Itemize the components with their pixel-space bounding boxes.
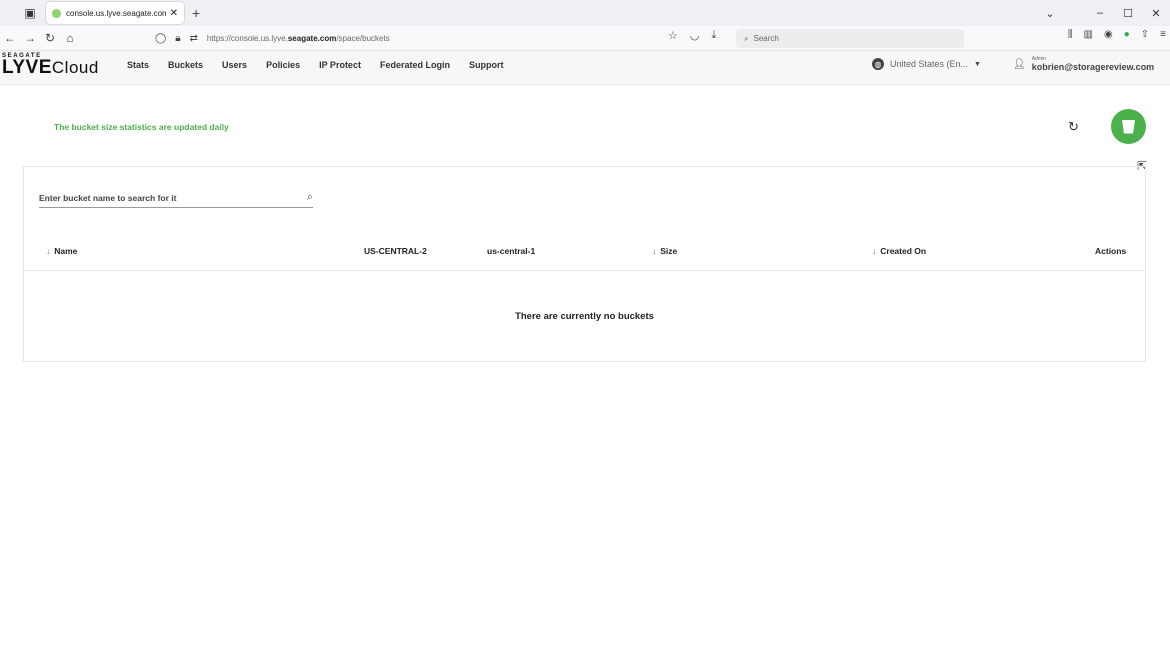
- bookmark-star-icon[interactable]: ☆: [668, 29, 678, 42]
- reload-icon[interactable]: ↻: [40, 31, 60, 45]
- window-close-icon[interactable]: ✕: [1142, 7, 1170, 20]
- address-bar-actions: ☆ ◡ ⤓: [668, 29, 728, 42]
- back-icon[interactable]: ←: [0, 31, 20, 45]
- column-us-central-1: us-central-1: [487, 246, 536, 256]
- browser-search-box[interactable]: ⌕ Search: [736, 29, 964, 48]
- sort-arrow-icon: ↓: [652, 246, 657, 256]
- browser-tab[interactable]: console.us.lyve.seagate.com/sp ✕: [46, 2, 184, 24]
- new-tab-icon[interactable]: +: [192, 5, 200, 21]
- search-icon[interactable]: ⌕: [307, 191, 313, 204]
- pocket-icon[interactable]: ◡: [690, 29, 700, 42]
- sort-arrow-icon: ↓: [872, 246, 877, 256]
- forward-icon[interactable]: →: [20, 31, 40, 45]
- column-created-on[interactable]: ↓ Created On: [872, 246, 926, 256]
- nav-ip-protect[interactable]: IP Protect: [319, 60, 361, 70]
- main-nav: Stats Buckets Users Policies IP Protect …: [127, 60, 522, 70]
- nav-support[interactable]: Support: [469, 60, 504, 70]
- bucket-search-input[interactable]: [39, 193, 289, 203]
- nav-buckets[interactable]: Buckets: [168, 60, 203, 70]
- maximize-icon[interactable]: ☐: [1114, 7, 1142, 20]
- browser-toolbar-right: ⫼ ▥ ◉ ● ⇧ ≡: [1057, 29, 1166, 40]
- language-selector[interactable]: ◍ United States (En... ▼: [872, 58, 981, 70]
- permissions-icon[interactable]: ⇄: [190, 33, 198, 44]
- caret-down-icon: ▼: [974, 60, 981, 68]
- buckets-panel: ⌕ ↓Name US-CENTRAL-2 us-central-1 ↓Size …: [23, 166, 1146, 362]
- app-header: SEAGATE LYVECloud Stats Buckets Users Po…: [0, 51, 1170, 85]
- bucket-search: ⌕: [39, 189, 313, 208]
- browser-nav-bar: ← → ↻ ⌂ ◯ 🔒︎ ⇄ https://console.us.lyve.s…: [0, 26, 1170, 51]
- logo-cloud: Cloud: [51, 58, 99, 77]
- lock-icon[interactable]: 🔒︎: [175, 33, 180, 44]
- stats-update-notice: The bucket size statistics are updated d…: [54, 122, 229, 132]
- download-icon[interactable]: ⤓: [711, 29, 716, 42]
- nav-stats[interactable]: Stats: [127, 60, 149, 70]
- logo-lyve: LYVE: [2, 57, 52, 78]
- column-size[interactable]: ↓ Size: [652, 246, 677, 256]
- library-icon[interactable]: ⫼: [1068, 29, 1073, 40]
- nav-policies[interactable]: Policies: [266, 60, 300, 70]
- tab-title: console.us.lyve.seagate.com/sp: [66, 8, 166, 18]
- browser-tab-strip: ▣ console.us.lyve.seagate.com/sp ✕ + ⌄ –…: [0, 0, 1170, 26]
- column-us-central-2: US-CENTRAL-2: [364, 246, 427, 256]
- share-icon[interactable]: ⇧: [1141, 29, 1149, 40]
- extension-icon[interactable]: ●: [1124, 29, 1130, 40]
- user-email: kobrien@storagereview.com: [1031, 62, 1155, 72]
- nav-users[interactable]: Users: [222, 60, 247, 70]
- add-bucket-button[interactable]: [1111, 109, 1146, 144]
- window-controls: ⌄ – ☐ ✕: [1036, 0, 1170, 26]
- lyve-cloud-logo[interactable]: SEAGATE LYVECloud: [2, 53, 99, 77]
- refresh-icon[interactable]: ↻: [1068, 119, 1079, 135]
- nav-federated-login[interactable]: Federated Login: [380, 60, 450, 70]
- sort-arrow-icon: ↓: [46, 246, 51, 256]
- empty-state-message: There are currently no buckets: [515, 311, 654, 322]
- user-icon: 👤︎: [1013, 59, 1026, 70]
- address-bar[interactable]: ◯ 🔒︎ ⇄ https://console.us.lyve.seagate.c…: [155, 28, 725, 48]
- close-tab-icon[interactable]: ✕: [170, 8, 178, 19]
- site-favicon-icon: [52, 8, 61, 18]
- language-label: United States (En...: [890, 59, 969, 69]
- column-name[interactable]: ↓ Name: [46, 246, 77, 256]
- globe-icon: ◍: [872, 58, 884, 70]
- search-icon: ⌕: [744, 33, 749, 43]
- buckets-table-header: ↓ Name US-CENTRAL-2 us-central-1 ↓ Size ↓ C…: [24, 239, 1145, 271]
- tab-list-icon[interactable]: ▣: [20, 3, 40, 23]
- account-icon[interactable]: ◉: [1104, 29, 1113, 40]
- minimize-icon[interactable]: –: [1086, 7, 1114, 19]
- home-icon[interactable]: ⌂: [60, 31, 80, 45]
- user-menu[interactable]: 👤︎ Admin kobrien@storagereview.com: [1013, 56, 1154, 73]
- menu-icon[interactable]: ≡: [1160, 29, 1166, 40]
- reading-list-icon[interactable]: ▥: [1084, 29, 1093, 40]
- tab-overflow-chevron-icon[interactable]: ⌄: [1036, 7, 1064, 20]
- bucket-icon: [1122, 119, 1135, 134]
- tracking-shield-icon[interactable]: ◯: [155, 33, 166, 44]
- url-text: https://console.us.lyve.seagate.com/spac…: [206, 33, 390, 43]
- browser-search-placeholder: Search: [753, 34, 779, 43]
- column-actions: Actions: [1095, 246, 1127, 256]
